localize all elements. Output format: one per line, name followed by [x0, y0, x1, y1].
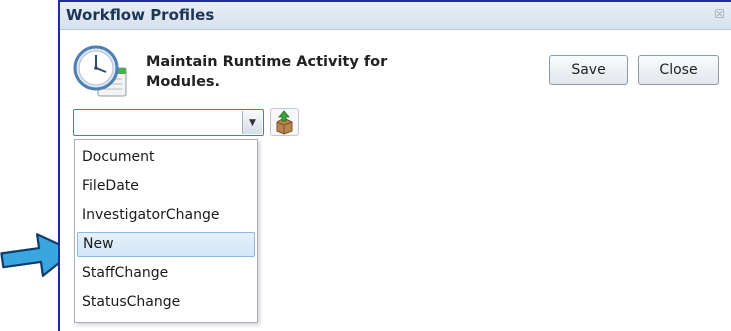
list-item-investigatorchange[interactable]: InvestigatorChange	[77, 203, 255, 228]
window-title: Workflow Profiles	[66, 6, 215, 24]
page-heading: Maintain Runtime Activity for Modules.	[146, 52, 426, 92]
list-item-staffchange[interactable]: StaffChange	[77, 261, 255, 286]
close-button[interactable]: Close	[638, 55, 719, 85]
list-item-statuschange[interactable]: StatusChange	[77, 290, 255, 315]
list-item-new[interactable]: New	[77, 232, 255, 257]
save-button[interactable]: Save	[549, 55, 628, 85]
window-close-icon[interactable]: ☒	[714, 7, 725, 21]
add-box-icon	[276, 110, 293, 135]
list-item-document[interactable]: Document	[77, 145, 255, 170]
list-item-filedate[interactable]: FileDate	[77, 174, 255, 199]
clock-calendar-icon	[73, 45, 127, 97]
title-bar: Workflow Profiles ☒	[60, 2, 731, 30]
activity-dropdown-list: Document FileDate InvestigatorChange New…	[74, 139, 258, 323]
add-activity-button[interactable]	[270, 108, 299, 136]
heading-line-1: Maintain Runtime Activity for	[146, 54, 388, 70]
activity-combobox[interactable]: ▼	[73, 109, 264, 136]
workflow-profiles-window: Workflow Profiles ☒ Maintain Runtime Act…	[58, 0, 731, 331]
combobox-dropdown-button[interactable]: ▼	[242, 111, 262, 134]
chevron-down-icon: ▼	[249, 117, 256, 128]
heading-line-2: Modules.	[146, 74, 221, 90]
